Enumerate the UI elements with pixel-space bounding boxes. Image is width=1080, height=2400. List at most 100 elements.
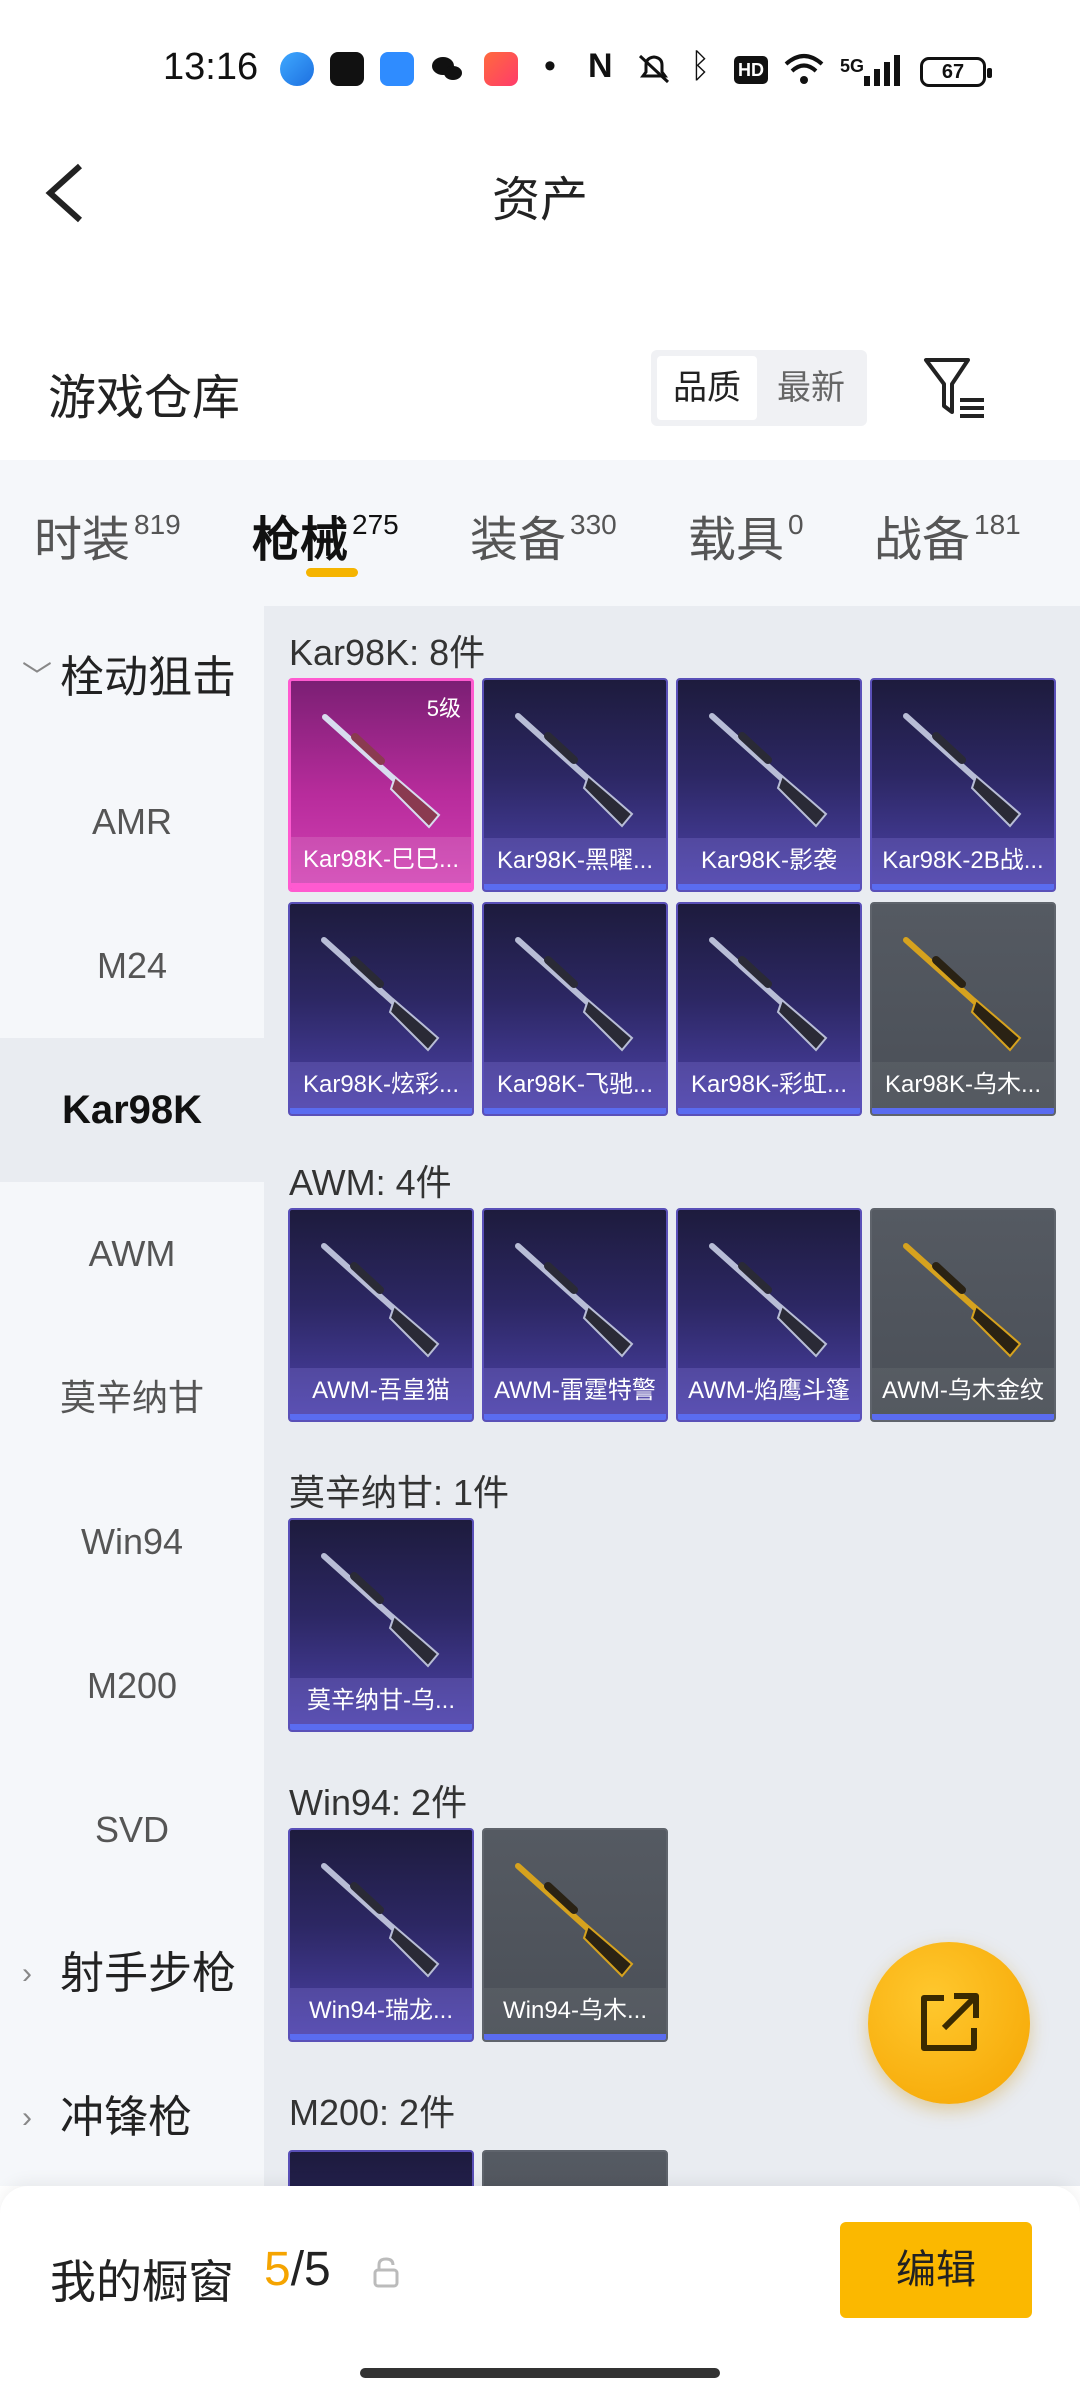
item-card[interactable] bbox=[288, 2150, 474, 2186]
item-card[interactable]: AWM-吾皇猫 bbox=[288, 1208, 474, 1422]
rifle-icon bbox=[321, 937, 440, 1052]
item-card[interactable]: Win94-乌木... bbox=[482, 1828, 668, 2042]
sidebar-item-mosin[interactable]: 莫辛纳甘 bbox=[0, 1326, 264, 1470]
rarity-bar bbox=[484, 1414, 666, 1420]
item-name: Kar98K-飞驰... bbox=[484, 1062, 666, 1108]
status-time: 13:16 bbox=[163, 46, 259, 88]
sidebar-item-amr[interactable]: AMR bbox=[0, 750, 264, 894]
sort-quality-button[interactable]: 品质 bbox=[657, 356, 757, 420]
item-name: 莫辛纳甘-乌... bbox=[290, 1678, 472, 1724]
tab-outfits[interactable]: 时装 819 bbox=[34, 500, 181, 570]
battery-icon: 67 bbox=[920, 57, 992, 87]
item-name: Kar98K-巳巳... bbox=[291, 837, 471, 883]
rarity-bar bbox=[678, 884, 860, 890]
showcase-current: 5 bbox=[264, 2243, 291, 2296]
rifle-icon bbox=[515, 713, 634, 828]
rarity-bar bbox=[872, 1108, 1054, 1114]
app-icon bbox=[380, 52, 414, 86]
filter-icon[interactable] bbox=[922, 354, 988, 420]
rarity-bar bbox=[484, 884, 666, 890]
rifle-icon bbox=[903, 1243, 1022, 1358]
item-name: Kar98K-黑曜... bbox=[484, 838, 666, 884]
rarity-bar bbox=[678, 1414, 860, 1420]
item-level-badge: 5级 bbox=[426, 696, 461, 721]
rifle-icon bbox=[515, 1863, 634, 1978]
item-card[interactable]: Kar98K-2B战... bbox=[870, 678, 1056, 892]
chevron-right-icon: › bbox=[22, 2101, 32, 2134]
sidebar-item-awm[interactable]: AWM bbox=[0, 1182, 264, 1326]
tab-equipment[interactable]: 装备 330 bbox=[470, 500, 617, 570]
rifle-icon bbox=[321, 1863, 440, 1978]
status-bar: 13:16 • N ᛒ HD 5G 67 bbox=[0, 0, 1080, 140]
item-card[interactable]: AWM-焰鹰斗篷 bbox=[676, 1208, 862, 1422]
item-card[interactable]: Kar98K-炫彩... bbox=[288, 902, 474, 1116]
tab-vehicles[interactable]: 载具 0 bbox=[688, 500, 804, 570]
sidebar-group-label: 射手步枪 bbox=[60, 1949, 236, 1998]
item-name: Kar98K-影袭 bbox=[678, 838, 860, 884]
rarity-bar bbox=[484, 2034, 666, 2040]
item-card[interactable]: AWM-乌木金纹 bbox=[870, 1208, 1056, 1422]
sidebar-item-win94[interactable]: Win94 bbox=[0, 1470, 264, 1614]
maps-icon bbox=[280, 52, 314, 86]
tab-count: 181 bbox=[974, 509, 1021, 540]
tab-count: 819 bbox=[134, 509, 181, 540]
item-name: AWM-乌木金纹 bbox=[872, 1368, 1054, 1414]
item-card[interactable]: 莫辛纳甘-乌... bbox=[288, 1518, 474, 1732]
chevron-right-icon: › bbox=[22, 1957, 32, 1990]
lock-icon bbox=[373, 2257, 399, 2288]
item-card[interactable]: Win94-瑞龙... bbox=[288, 1828, 474, 2042]
tab-supplies[interactable]: 战备 181 bbox=[874, 500, 1021, 570]
rifle-icon bbox=[709, 937, 828, 1052]
item-card[interactable] bbox=[482, 2150, 668, 2186]
showcase-sep: / bbox=[290, 2243, 305, 2296]
sidebar-group-smg[interactable]: › 冲锋枪 bbox=[0, 2046, 264, 2190]
item-card[interactable]: Kar98K-彩虹... bbox=[676, 902, 862, 1116]
sidebar-item-m24[interactable]: M24 bbox=[0, 894, 264, 1038]
sidebar-group-label: 冲锋枪 bbox=[60, 2093, 192, 2142]
sort-newest-button[interactable]: 最新 bbox=[761, 356, 861, 420]
rifle-icon bbox=[321, 1243, 440, 1358]
item-name: AWM-雷霆特警 bbox=[484, 1368, 666, 1414]
item-name: AWM-焰鹰斗篷 bbox=[678, 1368, 860, 1414]
item-name: Win94-乌木... bbox=[484, 1988, 666, 2034]
item-name: Kar98K-彩虹... bbox=[678, 1062, 860, 1108]
sidebar-item-m200[interactable]: M200 bbox=[0, 1614, 264, 1758]
edit-button[interactable]: 编辑 bbox=[840, 2222, 1032, 2318]
tab-label: 装备 bbox=[470, 514, 567, 567]
bluetooth-icon: ᛒ bbox=[690, 47, 711, 85]
item-card[interactable]: AWM-雷霆特警 bbox=[482, 1208, 668, 1422]
sidebar-group-marksman[interactable]: › 射手步枪 bbox=[0, 1902, 264, 2046]
home-indicator bbox=[360, 2368, 720, 2378]
chevron-down-icon: ﹀ bbox=[22, 661, 52, 694]
rifle-icon bbox=[515, 937, 634, 1052]
tab-count: 275 bbox=[352, 509, 399, 540]
item-card[interactable]: Kar98K-乌木... bbox=[870, 902, 1056, 1116]
item-card[interactable]: Kar98K-黑曜... bbox=[482, 678, 668, 892]
showcase-label: 我的橱窗 bbox=[50, 2256, 234, 2308]
tab-label: 载具 bbox=[688, 514, 785, 567]
showcase-count: 5/5 bbox=[264, 2242, 331, 2297]
tab-weapons[interactable]: 枪械 275 bbox=[252, 500, 399, 570]
tab-count: 0 bbox=[788, 509, 804, 540]
active-tab-indicator bbox=[306, 568, 358, 577]
sidebar-item-svd[interactable]: SVD bbox=[0, 1758, 264, 1902]
rarity-bar bbox=[678, 1108, 860, 1114]
dot-icon: • bbox=[544, 47, 556, 85]
nfc-icon: N bbox=[588, 47, 613, 85]
warehouse-title: 游戏仓库 bbox=[48, 372, 241, 425]
share-button[interactable] bbox=[868, 1942, 1030, 2104]
item-card[interactable]: Kar98K-飞驰... bbox=[482, 902, 668, 1116]
item-card[interactable]: Kar98K-影袭 bbox=[676, 678, 862, 892]
item-name: Win94-瑞龙... bbox=[290, 1988, 472, 2034]
sidebar-item-kar98k[interactable]: Kar98K bbox=[0, 1038, 264, 1182]
showcase-total: 5 bbox=[304, 2243, 331, 2296]
sort-toggle: 品质 最新 bbox=[651, 350, 867, 426]
tab-label: 战备 bbox=[874, 514, 971, 567]
group-title: AWM: 4件 bbox=[289, 1162, 452, 1203]
tiktok-icon bbox=[330, 52, 364, 86]
sidebar-group-bolt-action[interactable]: ﹀ 栓动狙击 bbox=[0, 606, 264, 750]
rarity-bar bbox=[290, 1724, 472, 1730]
wifi-icon bbox=[784, 54, 824, 84]
item-card[interactable]: 5级 Kar98K-巳巳... bbox=[288, 678, 474, 892]
tab-label: 枪械 bbox=[252, 514, 349, 567]
